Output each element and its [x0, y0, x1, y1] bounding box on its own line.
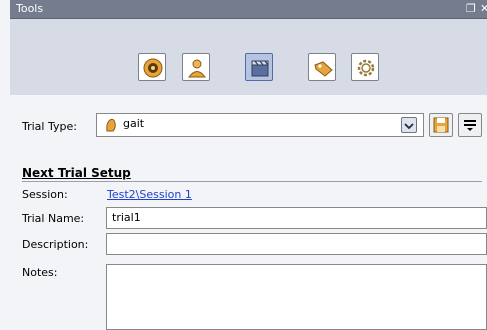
- camera-lens-icon: [143, 58, 163, 78]
- restore-icon[interactable]: ❐: [466, 2, 476, 15]
- person-icon: [188, 59, 206, 78]
- clapperboard-icon: [251, 60, 269, 77]
- tool-button-trial[interactable]: [245, 53, 273, 81]
- title-bar[interactable]: Tools ❐ ✕: [10, 0, 487, 19]
- tool-button-label[interactable]: [308, 53, 336, 81]
- gear-icon: [357, 59, 375, 77]
- description-label: Description:: [22, 238, 89, 251]
- chevron-down-icon: [404, 123, 414, 130]
- trial-type-label: Trial Type:: [22, 120, 77, 133]
- more-options-button[interactable]: [458, 113, 482, 137]
- foot-icon: [106, 118, 116, 132]
- save-trial-type-button[interactable]: [429, 113, 453, 137]
- trial-setup-panel: Trial Type: gait Next Trial Setup Sessio…: [10, 95, 487, 330]
- tool-selector-bar: [10, 19, 487, 95]
- trial-type-combobox[interactable]: gait: [96, 113, 424, 137]
- trial-type-value: gait: [123, 117, 145, 130]
- tools-window: Tools ❐ ✕ Trial Type: gait Next Trial Se…: [0, 0, 487, 330]
- description-input[interactable]: [106, 233, 487, 255]
- notes-label: Notes:: [22, 266, 58, 279]
- trial-name-value: trial1: [112, 211, 141, 224]
- session-label: Session:: [22, 188, 68, 201]
- trial-name-input[interactable]: trial1: [106, 207, 487, 229]
- window-title: Tools: [16, 2, 44, 15]
- tool-button-settings[interactable]: [351, 53, 379, 81]
- session-link[interactable]: Test2\Session 1: [107, 188, 192, 201]
- tool-button-camera[interactable]: [138, 53, 166, 81]
- menu-icon: [464, 120, 476, 131]
- trial-type-dropdown-button[interactable]: [401, 117, 417, 133]
- tool-button-subject[interactable]: [182, 53, 210, 81]
- trial-name-label: Trial Name:: [22, 212, 85, 225]
- section-divider: [22, 181, 482, 182]
- floppy-disk-icon: [433, 117, 449, 133]
- section-title: Next Trial Setup: [22, 166, 131, 180]
- notes-textarea[interactable]: [106, 264, 487, 330]
- close-icon[interactable]: ✕: [480, 2, 487, 15]
- tag-icon: [314, 61, 333, 77]
